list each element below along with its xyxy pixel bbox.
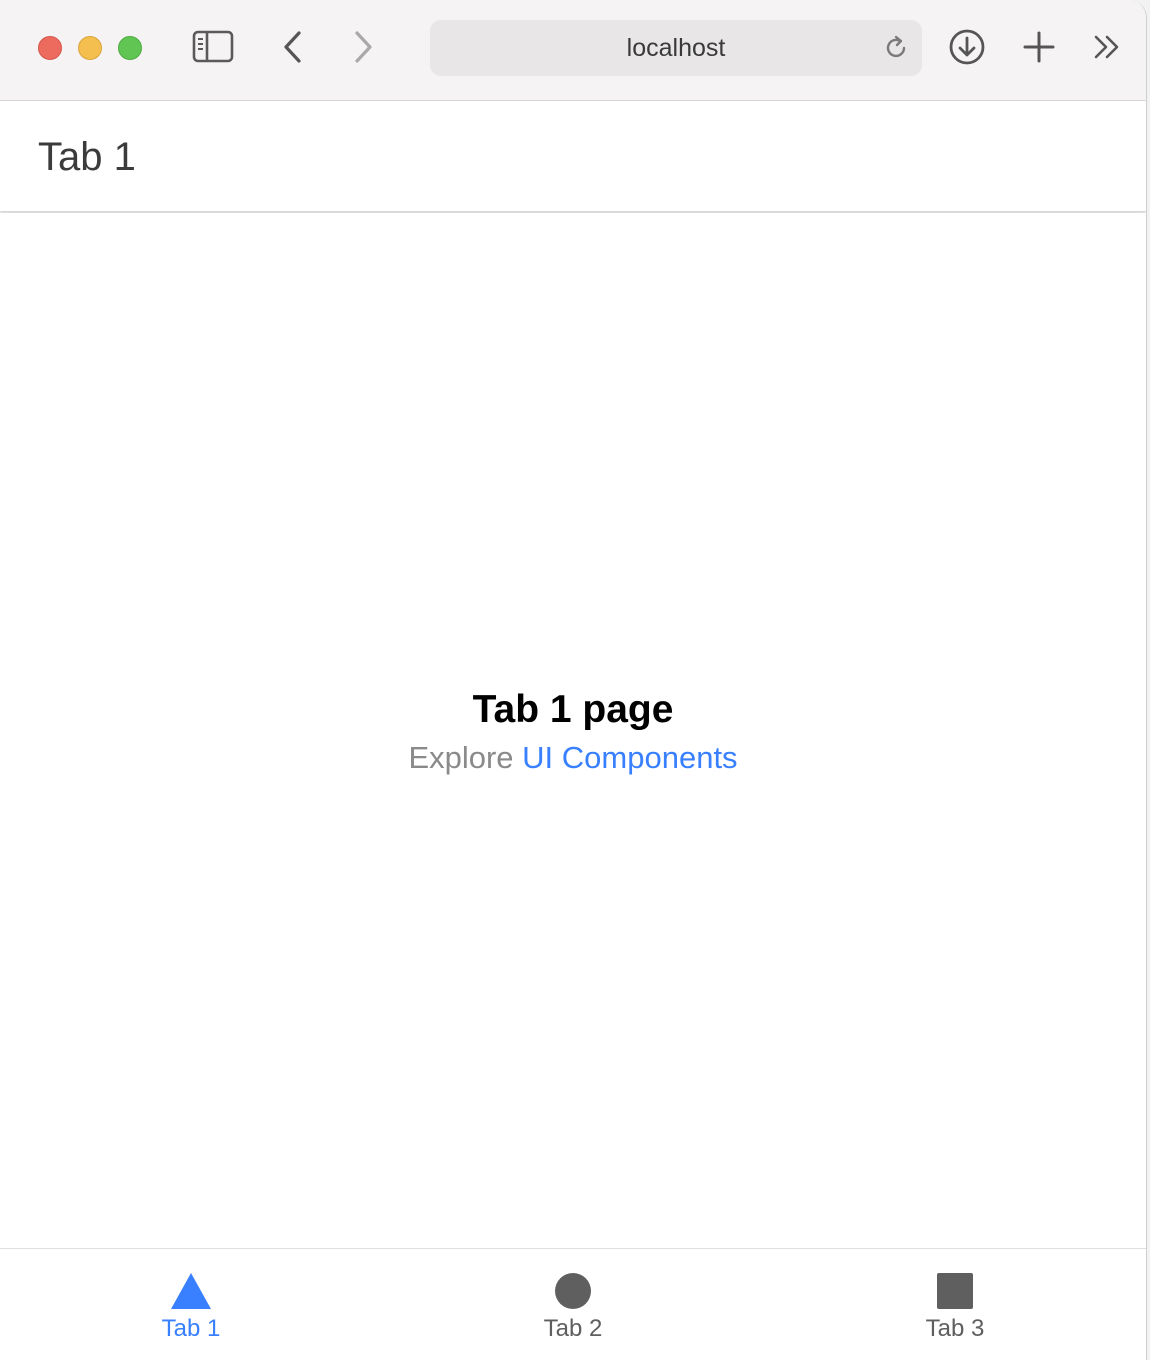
browser-toolbar: localhost	[0, 0, 1146, 101]
tab-label: Tab 3	[925, 1315, 985, 1342]
empty-state-container: Tab 1 page Explore UI Components	[0, 685, 1146, 779]
tab-3-button[interactable]: Tab 3	[764, 1249, 1146, 1360]
circle-icon	[551, 1271, 595, 1311]
square-icon	[933, 1271, 977, 1311]
double-chevron-right-icon[interactable]	[1090, 30, 1124, 64]
address-bar[interactable]: localhost	[430, 20, 922, 76]
reload-icon[interactable]	[882, 34, 910, 62]
main-content: Tab 1 page Explore UI Components	[0, 213, 1146, 1248]
ui-components-link[interactable]: UI Components	[522, 740, 737, 775]
close-window-button[interactable]	[38, 36, 62, 60]
zoom-window-button[interactable]	[118, 36, 142, 60]
tab-label: Tab 1	[161, 1315, 221, 1342]
download-icon[interactable]	[948, 28, 986, 66]
tab-label: Tab 2	[543, 1315, 603, 1342]
app-header: Tab 1	[0, 101, 1146, 212]
forward-chevron-icon[interactable]	[348, 28, 378, 66]
explore-line: Explore UI Components	[0, 737, 1146, 779]
explore-text: Explore	[408, 740, 514, 775]
back-chevron-icon[interactable]	[278, 28, 308, 66]
minimize-window-button[interactable]	[78, 36, 102, 60]
page-heading: Tab 1 page	[472, 688, 674, 731]
plus-icon[interactable]	[1020, 28, 1058, 66]
tab-bar: Tab 1 Tab 2 Tab 3	[0, 1248, 1146, 1360]
triangle-icon	[169, 1271, 213, 1311]
sidebar-toggle-icon[interactable]	[192, 30, 234, 64]
tab-1-button[interactable]: Tab 1	[0, 1249, 382, 1360]
page-title: Tab 1	[38, 135, 136, 179]
address-text[interactable]: localhost	[430, 20, 922, 76]
browser-window: localhost Tab 1 Tab 1 page Explore UI Co…	[0, 0, 1147, 1360]
tab-2-button[interactable]: Tab 2	[382, 1249, 764, 1360]
